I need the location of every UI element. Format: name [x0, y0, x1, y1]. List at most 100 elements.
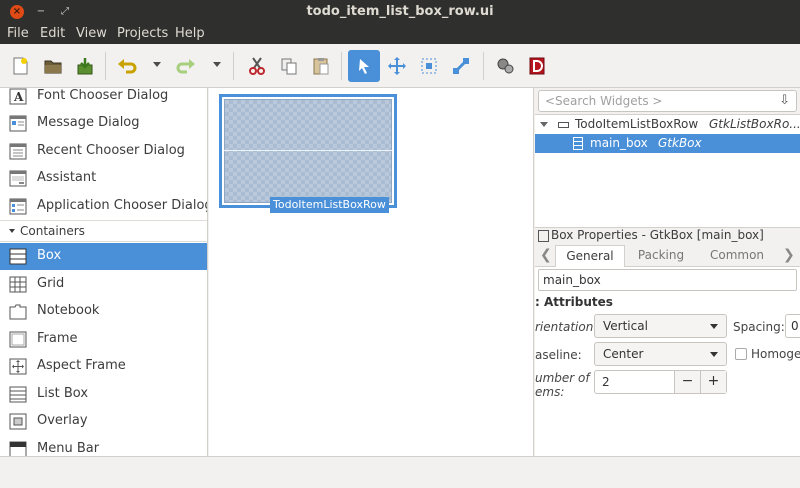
menu-projects[interactable]: Projects [117, 26, 168, 41]
todo-item-list-box-row-widget[interactable] [219, 94, 397, 208]
margin-edit-icon [421, 58, 437, 74]
new-button[interactable] [5, 50, 37, 82]
toolbar [0, 44, 800, 88]
tab-general[interactable]: General [555, 245, 625, 267]
palette-item-label: Application Chooser Dialog [37, 198, 208, 213]
palette-item-notebook[interactable]: Notebook [0, 298, 207, 325]
baseline-label: aseline: [535, 348, 582, 362]
menu-file[interactable]: File [7, 26, 29, 41]
palette-item-grid[interactable]: Grid [0, 271, 207, 298]
open-button[interactable] [37, 50, 69, 82]
palette-item-font-chooser-dialog[interactable]: A Font Chooser Dialog [0, 88, 207, 110]
palette-item-recent-chooser-dialog[interactable]: Recent Chooser Dialog [0, 138, 207, 165]
spacing-spin[interactable]: 0 [785, 314, 800, 338]
box-properties-icon [538, 230, 549, 242]
tree-item-name: TodoItemListBoxRow [575, 117, 699, 131]
message-dialog-icon [9, 115, 27, 132]
palette-item-box[interactable]: Box [0, 243, 207, 270]
widget-id-field[interactable] [538, 269, 797, 291]
main-box-preview[interactable] [224, 99, 392, 203]
open-icon [44, 60, 62, 74]
copy-button[interactable] [273, 50, 305, 82]
homogeneous-label: Homoge [751, 347, 800, 361]
palette-item-frame[interactable]: Frame [0, 326, 207, 353]
align-edit-icon [452, 57, 470, 75]
tree-row-main-box[interactable]: main_box GtkBox [535, 134, 800, 153]
palette-item-aspect-frame[interactable]: Aspect Frame [0, 353, 207, 380]
select-icon [359, 59, 369, 74]
palette-item-message-dialog[interactable]: Message Dialog [0, 110, 207, 137]
margin-edit-button[interactable] [413, 50, 445, 82]
palette-item-label: Grid [37, 276, 65, 291]
palette-item-label: Box [37, 248, 62, 263]
grid-icon [9, 276, 27, 293]
chevron-down-icon [710, 324, 718, 329]
palette-item-menu-bar[interactable]: Menu Bar [0, 436, 207, 456]
inspector-button[interactable] [489, 50, 521, 82]
tree-expander-chevron-down-icon[interactable] [540, 122, 548, 127]
search-placeholder: <Search Widgets > [545, 94, 663, 108]
paste-icon [313, 58, 329, 75]
tab-common[interactable]: Common [699, 245, 775, 267]
tree-row-todoitemlistboxrow[interactable]: TodoItemListBoxRow GtkListBoxRo... [535, 115, 800, 134]
chevron-down-icon [710, 352, 718, 357]
orientation-label: rientation: [535, 320, 598, 334]
align-edit-button[interactable] [445, 50, 477, 82]
menu-edit[interactable]: Edit [40, 26, 65, 41]
redo-button[interactable] [170, 50, 202, 82]
tab-scroll-left-icon[interactable]: ❮ [540, 247, 552, 263]
number-of-items-spin[interactable]: 2 − + [594, 370, 727, 394]
palette-item-assistant[interactable]: Assistant [0, 165, 207, 192]
tab-packing[interactable]: Packing [625, 245, 697, 267]
tree-item-name: main_box [590, 136, 648, 150]
list-box-row-icon [558, 122, 569, 128]
tree-item-class: GtkBox [658, 136, 702, 150]
svg-text:A: A [13, 90, 24, 104]
window-title: todo_item_list_box_row.ui [306, 4, 494, 19]
undo-button[interactable] [111, 50, 143, 82]
save-icon [77, 58, 93, 75]
palette-item-overlay[interactable]: Overlay [0, 408, 207, 435]
homogeneous-checkbox[interactable] [735, 348, 747, 360]
box-child-divider [224, 150, 392, 151]
palette-item-label: Recent Chooser Dialog [37, 143, 185, 158]
number-of-items-label-2: ems: [535, 385, 565, 399]
notebook-icon [9, 304, 27, 320]
palette-item-application-chooser-dialog[interactable]: Application Chooser Dialog [0, 193, 208, 220]
undo-dropdown-chevron-icon[interactable] [153, 62, 161, 67]
decrement-button[interactable]: − [674, 371, 700, 393]
menu-help[interactable]: Help [175, 26, 205, 41]
orientation-combo[interactable]: Vertical [594, 314, 727, 338]
menu-bar-icon [9, 441, 27, 456]
palette-section-containers[interactable]: Containers [0, 220, 207, 242]
select-mode-button[interactable] [348, 50, 380, 82]
search-widgets-input[interactable]: <Search Widgets > ⇩ [538, 90, 797, 112]
inspector-icon [497, 58, 514, 74]
paste-button[interactable] [305, 50, 337, 82]
palette-item-label: Notebook [37, 303, 100, 318]
spacing-label: Spacing: [733, 320, 785, 334]
properties-title-bar: Box Properties - GtkBox [main_box] [535, 227, 800, 245]
design-canvas[interactable]: TodoItemListBoxRow [209, 88, 534, 456]
devhelp-button[interactable] [521, 50, 553, 82]
baseline-combo[interactable]: Center [594, 342, 727, 366]
new-icon [13, 57, 28, 75]
increment-button[interactable]: + [700, 371, 726, 393]
palette-item-label: Message Dialog [37, 115, 140, 130]
palette-item-list-box[interactable]: List Box [0, 381, 207, 408]
tab-scroll-right-icon[interactable]: ❯ [783, 247, 795, 263]
menu-view[interactable]: View [76, 26, 107, 41]
search-action-icon[interactable]: ⇩ [779, 93, 790, 108]
palette-item-label: Overlay [37, 413, 88, 428]
aspect-frame-icon [9, 358, 27, 375]
palette-item-label: Aspect Frame [37, 358, 126, 373]
redo-dropdown-chevron-icon[interactable] [213, 62, 221, 67]
title-bar: × − ⤢ todo_item_list_box_row.ui [0, 0, 800, 24]
cut-button[interactable] [241, 50, 273, 82]
widget-id-input[interactable] [543, 273, 783, 287]
save-button[interactable] [69, 50, 101, 82]
drag-resize-button[interactable] [381, 50, 413, 82]
font-chooser-icon: A [9, 88, 27, 105]
list-box-icon [9, 386, 27, 403]
properties-tabs: ❮ General Packing Common ❯ [535, 245, 800, 267]
